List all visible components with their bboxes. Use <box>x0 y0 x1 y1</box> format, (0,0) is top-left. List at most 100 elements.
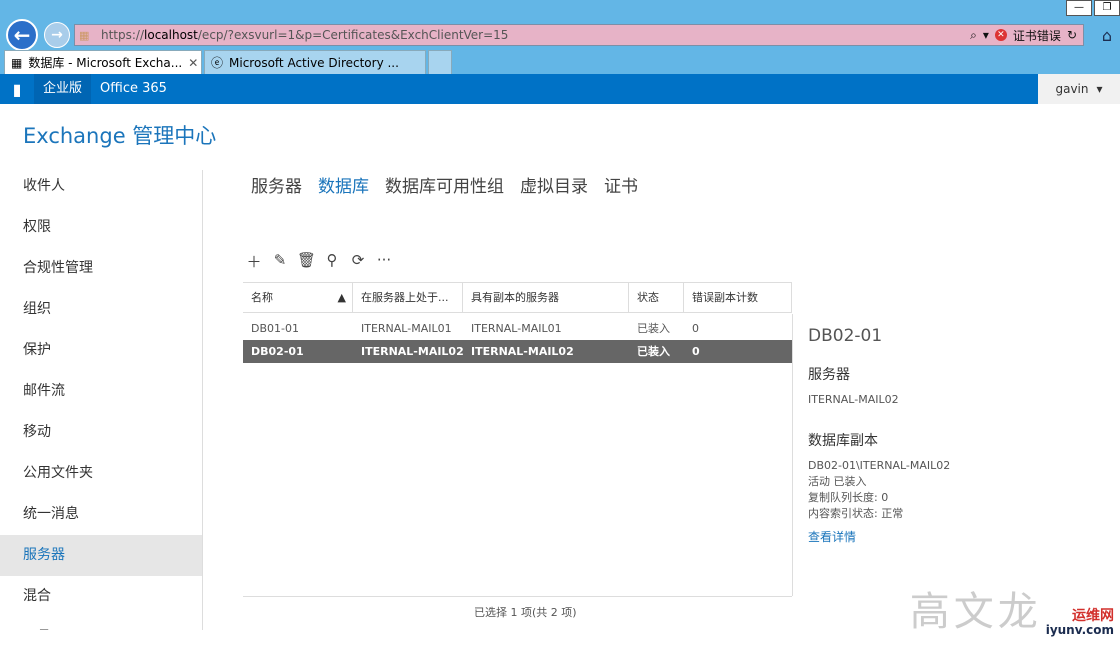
nav-item-hybrid[interactable]: 混合 <box>0 576 202 617</box>
nav-item-public-folders[interactable]: 公用文件夹 <box>0 453 202 494</box>
nav-item-mobile[interactable]: 移动 <box>0 412 202 453</box>
nav-item-protection[interactable]: 保护 <box>0 330 202 371</box>
table-row-selected[interactable]: DB02-01 ITERNAL-MAIL02 ITERNAL-MAIL02 已装… <box>243 340 792 363</box>
details-divider <box>792 314 793 596</box>
office-item-o365[interactable]: Office 365 <box>91 74 176 104</box>
browser-tab-ad[interactable]: ⓔ Microsoft Active Directory ... <box>204 50 426 74</box>
add-icon[interactable]: ＋ <box>245 251 263 272</box>
delete-icon[interactable]: 🗑 <box>297 251 316 272</box>
column-label: 名称 <box>251 291 273 304</box>
cell-copies: ITERNAL-MAIL01 <box>471 322 562 335</box>
site-url: iyunv.com <box>1045 623 1114 637</box>
dropdown-icon[interactable]: ▾ <box>983 28 989 42</box>
tab-virtual-directories[interactable]: 虚拟目录 <box>520 172 588 197</box>
cert-error-label[interactable]: 证书错误 <box>1013 27 1061 44</box>
cell-server: ITERNAL-MAIL02 <box>361 345 463 358</box>
chevron-down-icon: ▾ <box>1096 82 1103 96</box>
forward-arrow-icon: → <box>51 27 63 43</box>
url-host: localhost <box>144 28 198 42</box>
search-icon[interactable]: ⚲ <box>323 251 341 272</box>
column-header-bad-copies[interactable]: 错误副本计数 <box>684 283 792 312</box>
close-icon[interactable]: ✕ <box>188 56 198 70</box>
details-copy-name: DB02-01\ITERNAL-MAIL02 <box>808 459 951 472</box>
column-header-name[interactable]: 名称 ▲ <box>243 283 353 312</box>
details-server: ITERNAL-MAIL02 <box>808 393 899 406</box>
cell-bad-copies: 0 <box>692 322 699 335</box>
search-icon[interactable]: ⌕ <box>970 28 977 43</box>
details-copy-status: 活动 已装入 <box>808 475 867 488</box>
cell-bad-copies: 0 <box>692 345 700 358</box>
cell-server: ITERNAL-MAIL01 <box>361 322 452 335</box>
browser-tab-exchange[interactable]: ▦ 数据库 - Microsoft Excha... ✕ <box>4 50 202 74</box>
office-item-enterprise[interactable]: 企业版 <box>34 74 92 104</box>
watermark-text: 高文龙 <box>909 589 1042 635</box>
edit-icon[interactable]: ✎ <box>271 251 289 272</box>
details-title: DB02-01 <box>808 326 883 346</box>
nav-divider <box>202 170 203 630</box>
refresh-icon[interactable]: ↻ <box>1067 28 1077 42</box>
nav-item-mail-flow[interactable]: 邮件流 <box>0 371 202 412</box>
nav-item-organization[interactable]: 组织 <box>0 289 202 330</box>
more-icon[interactable]: ··· <box>375 251 393 272</box>
nav-item-unified-messaging[interactable]: 统一消息 <box>0 494 202 535</box>
column-header-copies[interactable]: 具有副本的服务器 <box>463 283 629 312</box>
table-row[interactable]: DB01-01 ITERNAL-MAIL01 ITERNAL-MAIL01 已装… <box>243 317 792 340</box>
refresh-icon[interactable]: ⟳ <box>349 251 367 272</box>
tab-label: Microsoft Active Directory ... <box>229 55 399 70</box>
toolbar: ＋ ✎ 🗑 ⚲ ⟳ ··· <box>245 251 393 272</box>
details-copy-heading: 数据库副本 <box>808 433 878 449</box>
table-header: 名称 ▲ 在服务器上处于... 具有副本的服务器 状态 错误副本计数 <box>243 282 792 313</box>
user-menu[interactable]: gavin ▾ <box>1038 74 1120 104</box>
home-icon[interactable]: ⌂ <box>1102 26 1112 45</box>
selection-count: 已选择 1 项(共 2 项) <box>474 606 577 619</box>
details-index: 内容索引状态: 正常 <box>808 507 904 520</box>
tab-dag[interactable]: 数据库可用性组 <box>385 172 504 197</box>
nav-item-tools[interactable]: 工具 <box>0 617 202 630</box>
details-pane: DB02-01 服务器 ITERNAL-MAIL02 数据库副本 DB02-01… <box>808 326 1108 545</box>
minimize-icon[interactable]: — <box>1066 0 1092 16</box>
tab-servers[interactable]: 服务器 <box>251 172 302 197</box>
view-details-link[interactable]: 查看详情 <box>808 528 1108 545</box>
cert-error-icon: ✕ <box>994 29 1007 41</box>
site-name: 运维网 <box>1072 608 1114 624</box>
sort-up-icon: ▲ <box>337 291 346 304</box>
table-bottom-divider <box>243 596 792 597</box>
left-nav: 收件人 权限 合规性管理 组织 保护 邮件流 移动 公用文件夹 统一消息 服务器… <box>0 166 202 630</box>
browser-tabs: ▦ 数据库 - Microsoft Excha... ✕ ⓔ Microsoft… <box>4 50 452 74</box>
site-logo: 运维网 iyunv.com <box>1046 609 1114 637</box>
office-bar: ▮ 企业版 Office 365 gavin ▾ <box>0 74 1120 104</box>
url-text[interactable]: https://localhost/ecp/?exsvurl=1&p=Certi… <box>95 28 970 42</box>
address-bar[interactable]: ▦ https://localhost/ecp/?exsvurl=1&p=Cer… <box>74 24 1084 46</box>
nav-item-servers[interactable]: 服务器 <box>0 535 202 576</box>
app-title: Exchange 管理中心 <box>23 124 217 148</box>
user-name: gavin <box>1055 82 1089 96</box>
nav-item-compliance[interactable]: 合规性管理 <box>0 248 202 289</box>
back-button[interactable]: ← <box>6 19 38 51</box>
watermark: 高文龙 运维网 iyunv.com <box>910 579 1114 637</box>
page-icon: ▦ <box>79 28 90 42</box>
cell-copies: ITERNAL-MAIL02 <box>471 345 574 358</box>
tab-databases[interactable]: 数据库 <box>318 172 369 197</box>
details-queue: 复制队列长度: 0 <box>808 491 889 504</box>
tab-certificates[interactable]: 证书 <box>604 172 638 197</box>
column-header-server[interactable]: 在服务器上处于... <box>353 283 463 312</box>
browser-chrome: — ❐ ← → ▦ https://localhost/ecp/?exsvurl… <box>0 0 1120 74</box>
tab-page-icon: ▦ <box>11 55 23 70</box>
nav-item-recipients[interactable]: 收件人 <box>0 166 202 207</box>
ie-icon: ⓔ <box>211 56 224 70</box>
restore-icon[interactable]: ❐ <box>1094 0 1120 16</box>
cell-status: 已装入 <box>637 345 670 358</box>
nav-item-permissions[interactable]: 权限 <box>0 207 202 248</box>
cell-status: 已装入 <box>637 322 670 335</box>
cell-name: DB02-01 <box>251 345 304 358</box>
url-prefix: https:// <box>101 28 145 42</box>
url-rest: /ecp/?exsvurl=1&p=Certificates&ExchClien… <box>197 28 509 42</box>
office-logo-icon[interactable]: ▮ <box>0 74 34 104</box>
cell-name: DB01-01 <box>251 322 299 335</box>
server-subtabs: 服务器 数据库 数据库可用性组 虚拟目录 证书 <box>251 172 638 197</box>
forward-button[interactable]: → <box>44 22 70 48</box>
column-header-status[interactable]: 状态 <box>629 283 684 312</box>
window-controls: — ❐ <box>1064 0 1120 16</box>
new-tab-button[interactable] <box>428 50 452 74</box>
address-tools: ⌕ ▾ ✕ 证书错误 ↻ <box>970 27 1083 44</box>
